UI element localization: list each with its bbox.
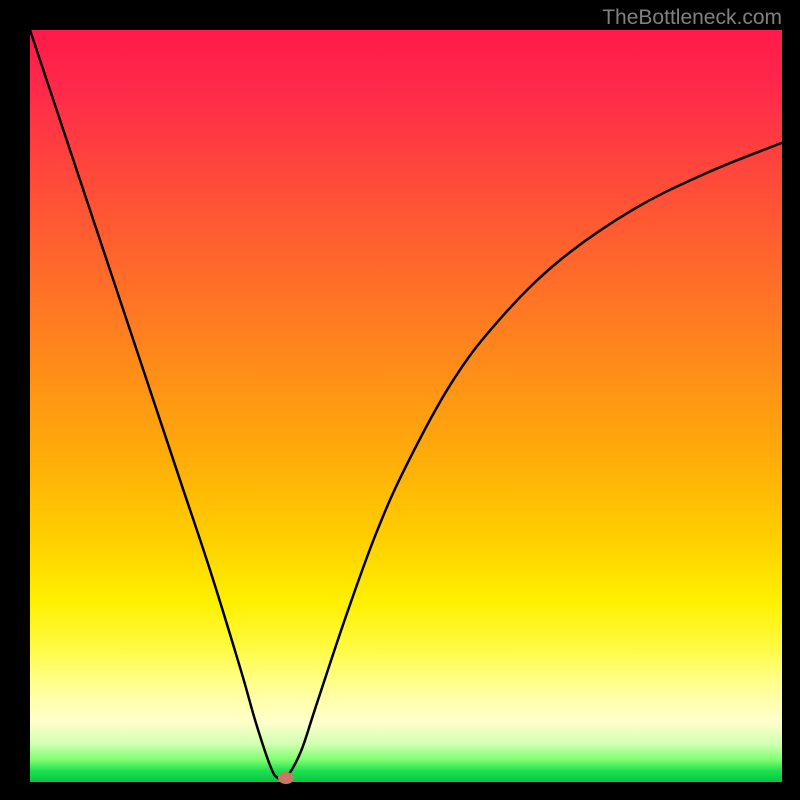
chart-marker-dot <box>278 772 294 784</box>
watermark-text: TheBottleneck.com <box>602 6 782 30</box>
chart-curve-path <box>30 30 782 781</box>
chart-plot-area <box>30 30 782 782</box>
chart-curve-svg <box>30 30 782 782</box>
